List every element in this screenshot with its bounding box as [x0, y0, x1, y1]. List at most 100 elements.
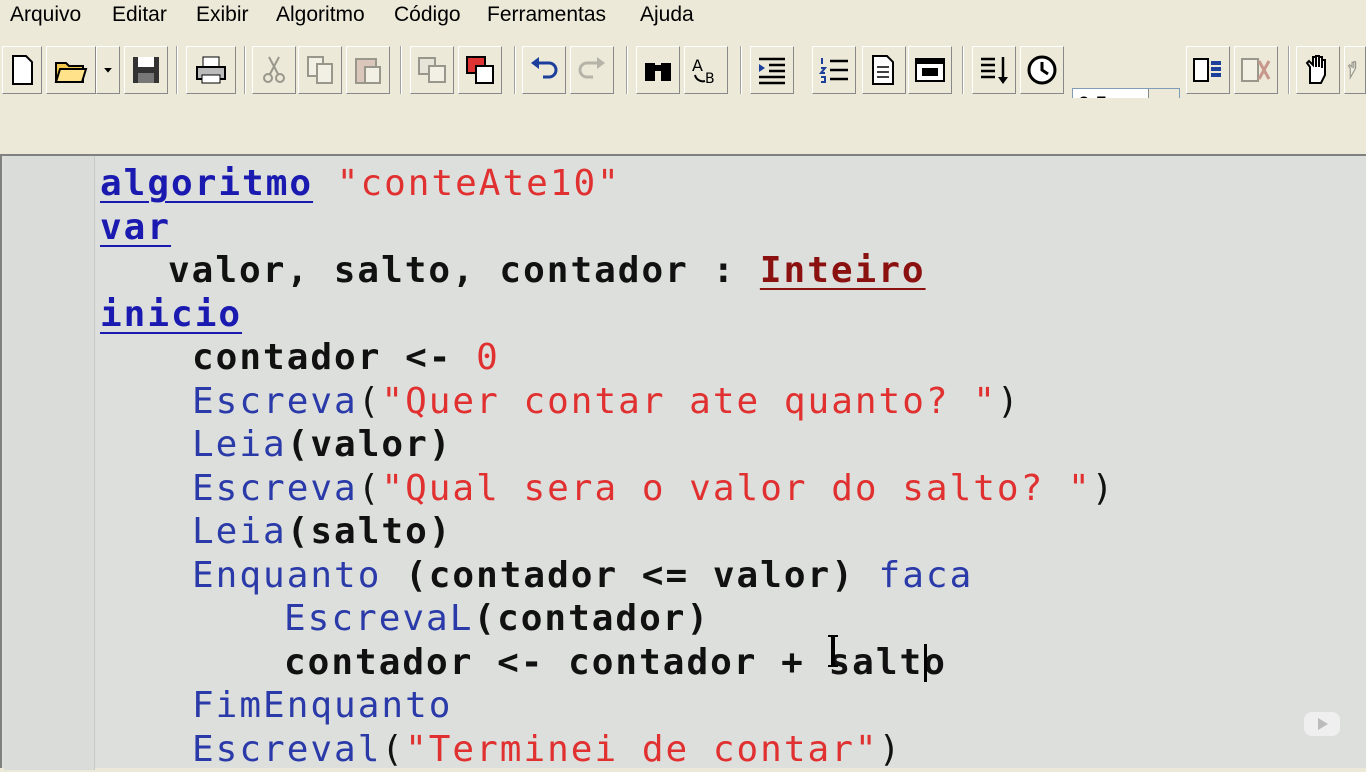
cut-button[interactable]: [252, 46, 296, 94]
line-gutter: [4, 156, 95, 770]
redo-icon: [578, 57, 605, 79]
new-file-button[interactable]: [2, 46, 42, 94]
scissors-icon: [263, 56, 285, 83]
svg-text:A: A: [692, 56, 703, 75]
code-line: var: [100, 206, 171, 250]
function-token: Leia: [192, 511, 287, 552]
video-watermark-icon: [1304, 712, 1340, 736]
identifier-token: (contador <= valor): [381, 555, 879, 596]
function-token: faca: [878, 555, 974, 596]
function-token: FimEnquanto: [192, 685, 453, 726]
identifier-token: valor, salto, contador :: [168, 250, 760, 291]
numbered-list-button[interactable]: [812, 46, 856, 94]
replace-button[interactable]: AB: [684, 46, 728, 94]
hand-icon: [1305, 55, 1326, 84]
function-token: Escreva: [192, 381, 358, 422]
identifier-token: contador <- contador + salto: [284, 642, 947, 683]
binoculars-icon: [645, 63, 671, 81]
toolbar-separator: [1288, 46, 1290, 94]
toolbar-separator: [244, 46, 246, 94]
menu-algoritmo[interactable]: Algoritmo: [276, 3, 365, 27]
printer-icon: [196, 56, 226, 84]
function-token: Enquanto: [192, 555, 382, 596]
step-into-icon: [981, 57, 1008, 84]
code-line: contador <- contador + salto: [284, 641, 947, 685]
run-mode-icon: [1193, 58, 1221, 82]
keyword-token: algoritmo: [100, 163, 314, 204]
hand-button[interactable]: [1296, 46, 1340, 94]
paste-special-icon: [466, 56, 494, 84]
keyword-token: var: [100, 207, 172, 248]
paren-token: (: [381, 729, 406, 770]
stop-button[interactable]: [1234, 46, 1278, 94]
paste-button[interactable]: [346, 46, 390, 94]
open-file-button[interactable]: [46, 46, 96, 94]
code-line: Escreval("Terminei de contar"): [192, 728, 902, 772]
menu-ajuda[interactable]: Ajuda: [640, 3, 694, 27]
identifier-token: (contador): [473, 598, 711, 639]
replace-icon: AB: [692, 56, 715, 87]
code-line: algoritmo "conteAte10": [100, 162, 621, 206]
redo-button[interactable]: [570, 46, 614, 94]
window-icon: [915, 58, 945, 82]
menu-arquivo[interactable]: Arquivo: [10, 3, 81, 27]
copy-icon: [307, 56, 333, 84]
toolbar-separator: [514, 46, 516, 94]
identifier-token: (valor): [286, 424, 453, 465]
toolbar-separator: [962, 46, 964, 94]
copy-format-icon: [418, 57, 446, 83]
clipboard-icon: [355, 58, 381, 84]
paren-token: (: [357, 468, 382, 509]
indent-icon: [759, 57, 785, 85]
function-token: Escreval: [192, 729, 382, 770]
save-button[interactable]: [124, 46, 168, 94]
toolbar-separator: [740, 46, 742, 94]
keyword-token: inicio: [100, 294, 243, 335]
code-line: inicio: [100, 293, 242, 337]
run-mode-button[interactable]: [1186, 46, 1230, 94]
menu-editar[interactable]: Editar: [112, 3, 167, 27]
toolbar-separator: [176, 46, 178, 94]
floppy-disk-icon: [133, 57, 159, 83]
menu-exibir[interactable]: Exibir: [196, 3, 249, 27]
string-token: "Quer contar ate quanto? ": [381, 381, 997, 422]
open-dropdown-button[interactable]: [96, 46, 120, 94]
paren-token: ): [996, 381, 1021, 422]
toolbar-panel: [0, 98, 1366, 154]
paste-special-button[interactable]: [458, 46, 502, 94]
toolbar-separator: [626, 46, 628, 94]
menu-bar: Arquivo Editar Exibir Algoritmo Código F…: [0, 0, 1366, 30]
menu-ferramentas[interactable]: Ferramentas: [487, 3, 606, 27]
copy-format-button[interactable]: [410, 46, 454, 94]
open-folder-icon: [54, 62, 88, 83]
svg-text:B: B: [705, 71, 715, 87]
type-token: Inteiro: [759, 250, 926, 291]
document-button[interactable]: [862, 46, 906, 94]
menu-codigo[interactable]: Código: [394, 3, 461, 27]
undo-button[interactable]: [522, 46, 566, 94]
print-button[interactable]: [186, 46, 236, 94]
function-token: Leia: [192, 424, 287, 465]
toolbar-separator: [400, 46, 402, 94]
window-button[interactable]: [908, 46, 952, 94]
code-line: FimEnquanto: [192, 684, 452, 728]
copy-button[interactable]: [298, 46, 342, 94]
numbered-list-icon: [818, 58, 848, 83]
text-cursor-icon: [828, 635, 838, 667]
overflow-button[interactable]: [1344, 46, 1366, 94]
indent-button[interactable]: [750, 46, 794, 94]
string-token: "Qual sera o valor do salto? ": [381, 468, 1092, 509]
function-token: Escreva: [192, 468, 358, 509]
code-line: Escreva("Qual sera o valor do salto? "): [192, 467, 1115, 511]
code-line: EscrevaL(contador): [284, 597, 710, 641]
paren-token: ): [878, 729, 903, 770]
undo-icon: [531, 57, 558, 79]
chevron-down-icon: [104, 68, 112, 73]
number-token: 0: [476, 337, 500, 378]
step-button[interactable]: [972, 46, 1016, 94]
code-editor[interactable]: algoritmo "conteAte10" var valor, salto,…: [0, 154, 1366, 770]
find-button[interactable]: [636, 46, 680, 94]
code-line: Leia(valor): [192, 423, 452, 467]
timer-button[interactable]: [1020, 46, 1064, 94]
